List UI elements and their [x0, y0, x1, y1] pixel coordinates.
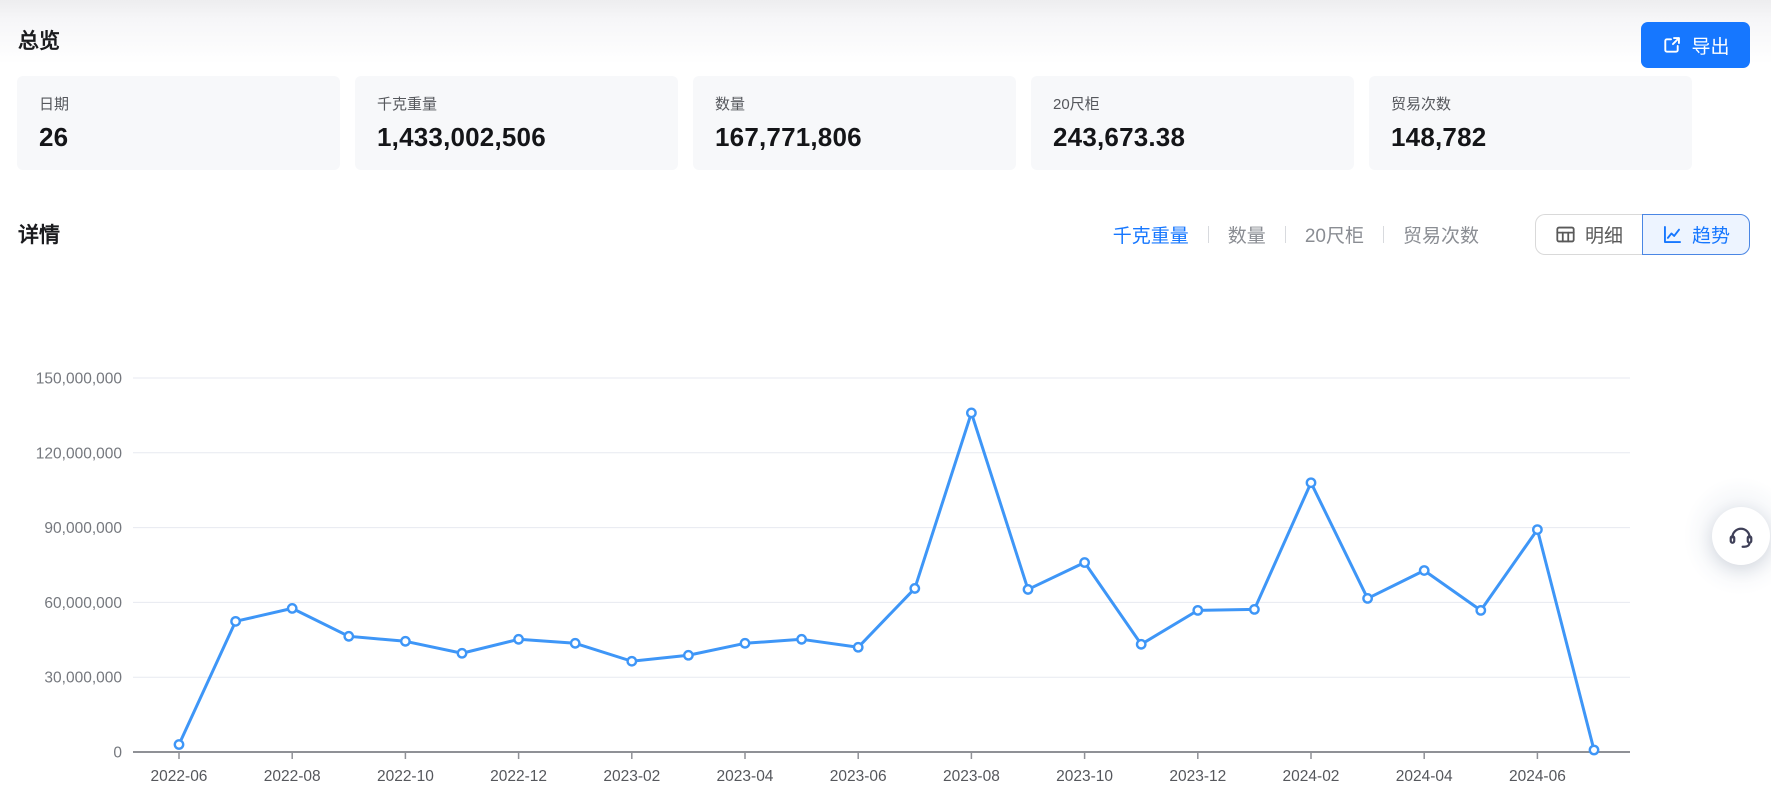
y-axis-label: 60,000,000	[44, 595, 122, 612]
x-axis-label: 2023-02	[603, 768, 660, 785]
detail-view-label: 明细	[1585, 221, 1623, 248]
details-title: 详情	[18, 219, 60, 249]
separator	[1383, 226, 1384, 243]
stat-card-quantity: 数量 167,771,806	[693, 76, 1016, 170]
x-axis-label: 2023-08	[943, 768, 1000, 785]
trend-chart-area[interactable]: 0 30,000,000 60,000,000 90,000,000 120,000,0…	[0, 273, 1771, 793]
data-point[interactable]	[1194, 606, 1202, 614]
stat-label: 贸易次数	[1391, 93, 1670, 114]
data-point[interactable]	[1420, 566, 1428, 574]
stat-value: 1,433,002,506	[377, 122, 656, 153]
support-fab-button[interactable]	[1712, 507, 1770, 565]
export-button-label: 导出	[1691, 32, 1729, 59]
data-point[interactable]	[1363, 594, 1371, 602]
data-point[interactable]	[854, 643, 862, 651]
data-point[interactable]	[1533, 525, 1541, 533]
stat-value: 243,673.38	[1053, 122, 1332, 153]
export-button[interactable]: 导出	[1641, 22, 1750, 68]
tab-quantity[interactable]: 数量	[1228, 221, 1266, 248]
trend-view-button[interactable]: 趋势	[1642, 214, 1750, 255]
stat-value: 167,771,806	[715, 122, 994, 153]
y-axis-label: 90,000,000	[44, 520, 122, 537]
data-point[interactable]	[1477, 606, 1485, 614]
data-point[interactable]	[1307, 479, 1315, 487]
trend-chart[interactable]: 0 30,000,000 60,000,000 90,000,000 120,000,0…	[0, 273, 1771, 793]
x-axis-label: 2023-12	[1169, 768, 1226, 785]
tab-weight-kg[interactable]: 千克重量	[1113, 221, 1189, 248]
data-point[interactable]	[1590, 746, 1598, 754]
metric-tabs: 千克重量 数量 20尺柜 贸易次数	[1113, 221, 1479, 248]
x-axis-label: 2024-02	[1283, 768, 1340, 785]
data-point[interactable]	[458, 649, 466, 657]
data-point[interactable]	[741, 639, 749, 647]
tab-teu[interactable]: 20尺柜	[1305, 221, 1364, 248]
data-point[interactable]	[628, 657, 636, 665]
detail-view-button[interactable]: 明细	[1535, 214, 1642, 255]
stat-cards-row: 日期 26 千克重量 1,433,002,506 数量 167,771,806 …	[17, 76, 1692, 170]
stat-card-date: 日期 26	[17, 76, 340, 170]
stat-card-trade-count: 贸易次数 148,782	[1369, 76, 1692, 170]
view-toggle: 明细 趋势	[1535, 214, 1750, 255]
x-axis-label: 2022-08	[264, 768, 321, 785]
stat-label: 千克重量	[377, 93, 656, 114]
details-header: 详情 千克重量 数量 20尺柜 贸易次数 明细	[18, 211, 1750, 257]
data-point[interactable]	[571, 639, 579, 647]
data-point[interactable]	[797, 635, 805, 643]
data-point[interactable]	[401, 637, 409, 645]
x-axis-label: 2022-10	[377, 768, 434, 785]
data-point[interactable]	[911, 584, 919, 592]
x-axis-label: 2023-06	[830, 768, 887, 785]
data-point[interactable]	[967, 409, 975, 417]
stat-card-teu: 20尺柜 243,673.38	[1031, 76, 1354, 170]
data-point[interactable]	[514, 635, 522, 643]
data-point[interactable]	[684, 651, 692, 659]
data-point[interactable]	[231, 617, 239, 625]
external-link-icon	[1661, 35, 1682, 56]
data-point[interactable]	[175, 740, 183, 748]
stat-card-weight-kg: 千克重量 1,433,002,506	[355, 76, 678, 170]
trend-line	[179, 413, 1594, 750]
data-point[interactable]	[1080, 558, 1088, 566]
stat-label: 数量	[715, 93, 994, 114]
trend-view-label: 趋势	[1692, 221, 1730, 248]
x-axis-label: 2022-06	[151, 768, 208, 785]
y-axis-label: 120,000,000	[36, 445, 123, 462]
table-icon	[1555, 224, 1576, 245]
separator	[1208, 226, 1209, 243]
y-axis-label: 0	[113, 745, 122, 762]
separator	[1285, 226, 1286, 243]
stat-label: 20尺柜	[1053, 93, 1332, 114]
x-axis-label: 2024-06	[1509, 768, 1566, 785]
data-point[interactable]	[1137, 640, 1145, 648]
y-axis-label: 30,000,000	[44, 670, 122, 687]
headset-icon	[1727, 522, 1755, 550]
stat-value: 26	[39, 122, 318, 153]
x-axis-label: 2024-04	[1396, 768, 1453, 785]
stat-label: 日期	[39, 93, 318, 114]
data-point[interactable]	[288, 604, 296, 612]
x-axis-label: 2023-10	[1056, 768, 1113, 785]
top-gradient	[0, 0, 1771, 64]
y-axis-label: 150,000,000	[36, 371, 123, 388]
x-axis-label: 2022-12	[490, 768, 547, 785]
stat-value: 148,782	[1391, 122, 1670, 153]
data-point[interactable]	[345, 632, 353, 640]
line-chart-icon	[1662, 224, 1683, 245]
data-point[interactable]	[1250, 605, 1258, 613]
tab-trade-count[interactable]: 贸易次数	[1403, 221, 1479, 248]
page-title: 总览	[18, 25, 60, 55]
x-axis-label: 2023-04	[717, 768, 774, 785]
data-point[interactable]	[1024, 585, 1032, 593]
